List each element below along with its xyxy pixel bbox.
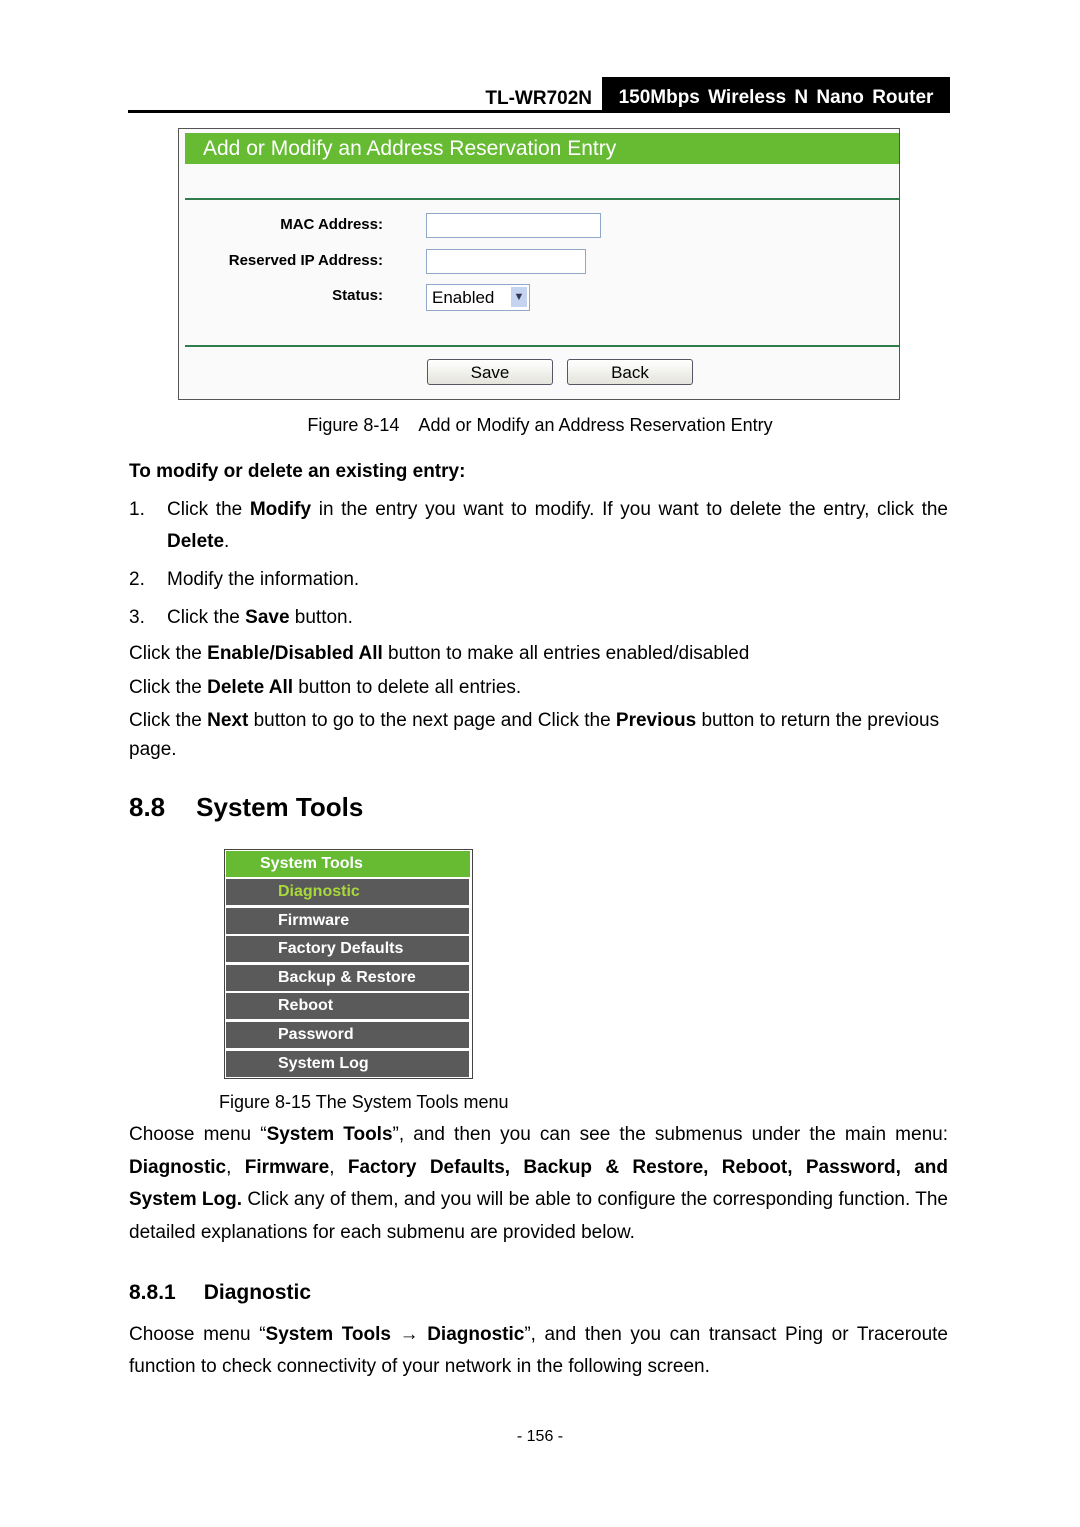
section-number: 8.8 bbox=[129, 792, 166, 822]
menu-item-reboot[interactable]: Reboot bbox=[226, 993, 469, 1020]
status-value: Enabled bbox=[432, 288, 495, 307]
bold-text: System Tools → Diagnostic bbox=[265, 1324, 525, 1345]
page-number: - 156 - bbox=[516, 1428, 564, 1445]
list-text: Modify the information. bbox=[167, 564, 948, 596]
text-run: in the entry you want to modify. If you … bbox=[311, 499, 948, 520]
text-run: ”, and then you can see the submenus und… bbox=[392, 1124, 948, 1145]
bold-text: Next bbox=[207, 710, 249, 731]
divider bbox=[185, 198, 899, 200]
bold-text: System Tools bbox=[266, 1124, 393, 1145]
mac-address-input[interactable] bbox=[426, 213, 601, 238]
text-run: Click the bbox=[129, 677, 208, 698]
menu-item-factory-defaults[interactable]: Factory Defaults bbox=[226, 936, 469, 963]
subsection-number: 8.8.1 bbox=[129, 1281, 176, 1304]
status-select[interactable]: Enabled ▼ bbox=[426, 284, 530, 311]
list-number: 1. bbox=[129, 499, 145, 520]
paragraph: Click the Enable/Disabled All button to … bbox=[129, 639, 948, 668]
section-title: System Tools bbox=[196, 792, 364, 822]
list-item: 3. Click the Save button. bbox=[129, 602, 948, 634]
text-run: Click the bbox=[167, 607, 246, 628]
figure-caption: Figure 8-14 Add or Modify an Address Res… bbox=[307, 415, 773, 435]
save-button[interactable]: Save bbox=[427, 359, 553, 385]
text-run: button to go to the next page and Click … bbox=[248, 710, 616, 731]
menu-item-password[interactable]: Password bbox=[226, 1022, 469, 1048]
list-number: 3. bbox=[129, 607, 145, 628]
menu-item-firmware[interactable]: Firmware bbox=[226, 907, 469, 934]
back-button[interactable]: Back bbox=[567, 359, 693, 385]
system-tools-menu: System Tools Diagnostic Firmware Factory D… bbox=[224, 849, 473, 1079]
subheading: To modify or delete an existing entry: bbox=[129, 461, 466, 482]
text-run: Click the bbox=[129, 643, 208, 664]
paragraph: Click the Delete All button to delete al… bbox=[129, 673, 948, 702]
text-run: . bbox=[224, 531, 230, 552]
status-label: Status: bbox=[332, 287, 383, 304]
list-item: 1. Click the Modify in the entry you want… bbox=[129, 494, 948, 558]
mac-label: MAC Address: bbox=[280, 216, 383, 233]
bold-text: Diagnostic bbox=[129, 1156, 227, 1178]
list-text: Click the Modify in the entry you want t… bbox=[167, 494, 948, 558]
list-item: 2. Modify the information. bbox=[129, 564, 948, 596]
header-model: TL-WR702N bbox=[485, 88, 592, 109]
bold-text: Previous bbox=[615, 710, 697, 731]
reservation-form-screenshot: Add or Modify an Address Reservation Ent… bbox=[178, 128, 900, 400]
text-run: , bbox=[329, 1156, 348, 1178]
document-page: TL-WR702N 150Mbps Wireless N Nano Router… bbox=[0, 0, 1080, 1527]
subsection-heading: 8.8.1 Diagnostic bbox=[129, 1281, 311, 1305]
text-run: Modify the information. bbox=[167, 569, 360, 590]
paragraph: Click the Next button to go to the next … bbox=[129, 706, 948, 764]
text-run: button. bbox=[289, 607, 353, 628]
paragraph: Choose menu “System Tools → Diagnostic”,… bbox=[129, 1319, 948, 1383]
list-number: 2. bbox=[129, 569, 145, 590]
header-product: 150Mbps Wireless N Nano Router bbox=[602, 77, 950, 112]
bold-text: Save bbox=[245, 607, 290, 628]
figure-caption: Figure 8-15 The System Tools menu bbox=[219, 1092, 509, 1112]
text-run: , bbox=[226, 1156, 245, 1178]
bold-text: Delete bbox=[167, 531, 225, 552]
list-text: Click the Save button. bbox=[167, 602, 948, 634]
menu-item-backup-restore[interactable]: Backup & Restore bbox=[226, 964, 469, 991]
bold-text: Delete All bbox=[207, 677, 294, 698]
bold-text: Firmware bbox=[244, 1156, 330, 1178]
paragraph: Choose menu “System Tools”, and then you… bbox=[129, 1119, 948, 1249]
subsection-title: Diagnostic bbox=[203, 1281, 312, 1304]
form-title: Add or Modify an Address Reservation Ent… bbox=[185, 133, 899, 164]
bold-text: Modify bbox=[249, 499, 312, 520]
text-run: Click any of them, and you will be able … bbox=[129, 1189, 948, 1243]
text-run: button to delete all entries. bbox=[293, 677, 522, 698]
chevron-down-icon: ▼ bbox=[511, 287, 527, 307]
section-heading: 8.8 System Tools bbox=[129, 792, 363, 823]
text-run: button to make all entries enabled/disab… bbox=[382, 643, 750, 664]
text-run: Click the bbox=[129, 710, 208, 731]
menu-item-diagnostic[interactable]: Diagnostic bbox=[226, 879, 469, 905]
text-run: Choose menu “ bbox=[129, 1324, 266, 1345]
header-rule bbox=[128, 110, 950, 113]
reserved-ip-input[interactable] bbox=[426, 249, 586, 274]
menu-header[interactable]: System Tools bbox=[226, 851, 470, 877]
text-run: Choose menu “ bbox=[129, 1124, 267, 1145]
text-run: Click the bbox=[167, 499, 250, 520]
divider bbox=[185, 345, 899, 347]
bold-text: Enable/Disabled All bbox=[207, 643, 383, 664]
menu-item-system-log[interactable]: System Log bbox=[226, 1050, 469, 1077]
ip-label: Reserved IP Address: bbox=[228, 252, 383, 269]
